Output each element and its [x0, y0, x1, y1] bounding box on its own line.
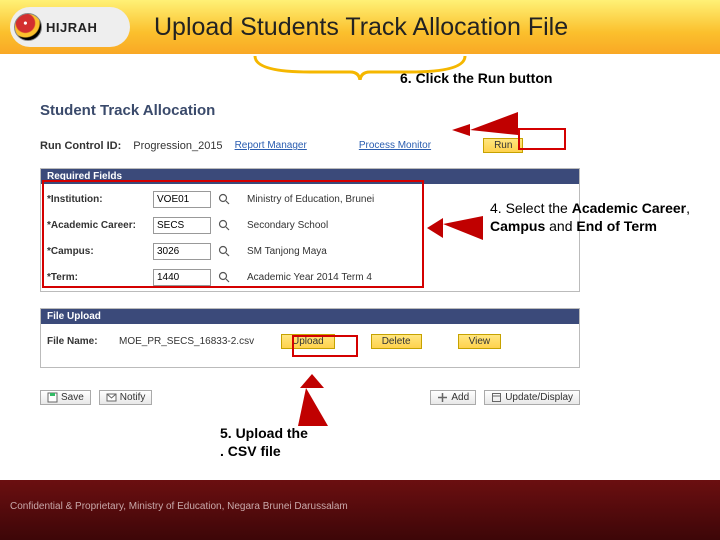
term-label: *Term:: [47, 272, 147, 283]
institution-input[interactable]: [153, 191, 211, 208]
highlight-run-icon: [518, 128, 566, 150]
callout-step6: 6. Click the Run button: [400, 70, 560, 88]
view-button[interactable]: View: [458, 334, 502, 349]
callout-text: 4. Select the: [490, 200, 572, 216]
process-monitor-link[interactable]: Process Monitor: [359, 140, 431, 151]
save-label: Save: [61, 392, 84, 403]
delete-button[interactable]: Delete: [371, 334, 422, 349]
required-fields-header: Required Fields: [41, 169, 579, 184]
add-icon: [437, 392, 448, 403]
callout-text: ,: [686, 200, 690, 216]
file-upload-header: File Upload: [41, 309, 579, 324]
callout-text: Academic Career: [572, 200, 686, 216]
callout-text: . CSV file: [220, 443, 281, 459]
term-desc: Academic Year 2014 Term 4: [247, 272, 372, 283]
upload-button[interactable]: Upload: [281, 334, 335, 349]
file-upload-panel: File Upload File Name: MOE_PR_SECS_16833…: [40, 308, 580, 368]
callout-text: End of Term: [576, 218, 657, 234]
career-desc: Secondary School: [247, 220, 328, 231]
notify-button[interactable]: Notify: [99, 390, 153, 405]
update-display-button[interactable]: Update/Display: [484, 390, 580, 405]
add-label: Add: [451, 392, 469, 403]
institution-desc: Ministry of Education, Brunei: [247, 194, 374, 205]
footer-text: Confidential & Proprietary, Ministry of …: [10, 501, 348, 512]
save-button[interactable]: Save: [40, 390, 91, 405]
filename-value: MOE_PR_SECS_16833-2.csv: [119, 336, 269, 347]
update-display-label: Update/Display: [505, 392, 573, 403]
logo: HIJRAH: [10, 7, 130, 47]
lookup-icon[interactable]: [217, 218, 231, 232]
campus-label: *Campus:: [47, 246, 147, 257]
save-icon: [47, 392, 58, 403]
slide-title: Upload Students Track Allocation File: [154, 13, 568, 42]
callout-step4: 4. Select the Academic Career, Campus an…: [490, 200, 700, 235]
add-button[interactable]: Add: [430, 390, 476, 405]
report-manager-link[interactable]: Report Manager: [235, 140, 307, 151]
run-control-value: Progression_2015: [133, 140, 222, 152]
notify-icon: [106, 392, 117, 403]
lookup-icon[interactable]: [217, 192, 231, 206]
career-input[interactable]: [153, 217, 211, 234]
header-bar: HIJRAH Upload Students Track Allocation …: [0, 0, 720, 54]
lookup-icon[interactable]: [217, 244, 231, 258]
update-icon: [491, 392, 502, 403]
term-input[interactable]: [153, 269, 211, 286]
institution-label: *Institution:: [47, 194, 147, 205]
run-control-label: Run Control ID:: [40, 140, 121, 152]
callout-text: Campus: [490, 218, 545, 234]
arrow-step5-icon: [290, 372, 334, 428]
arrow-step6-icon: [450, 110, 520, 150]
campus-desc: SM Tanjong Maya: [247, 246, 327, 257]
notify-label: Notify: [120, 392, 146, 403]
callout-step5: 5. Upload the . CSV file: [220, 425, 370, 460]
logo-emblem-icon: [14, 13, 42, 41]
lookup-icon[interactable]: [217, 270, 231, 284]
filename-label: File Name:: [47, 336, 107, 347]
arrow-step4-icon: [425, 210, 485, 248]
career-label: *Academic Career:: [47, 220, 147, 231]
callout-text: and: [545, 218, 576, 234]
logo-text: HIJRAH: [46, 20, 97, 35]
campus-input[interactable]: [153, 243, 211, 260]
page-title: Student Track Allocation: [40, 102, 215, 119]
